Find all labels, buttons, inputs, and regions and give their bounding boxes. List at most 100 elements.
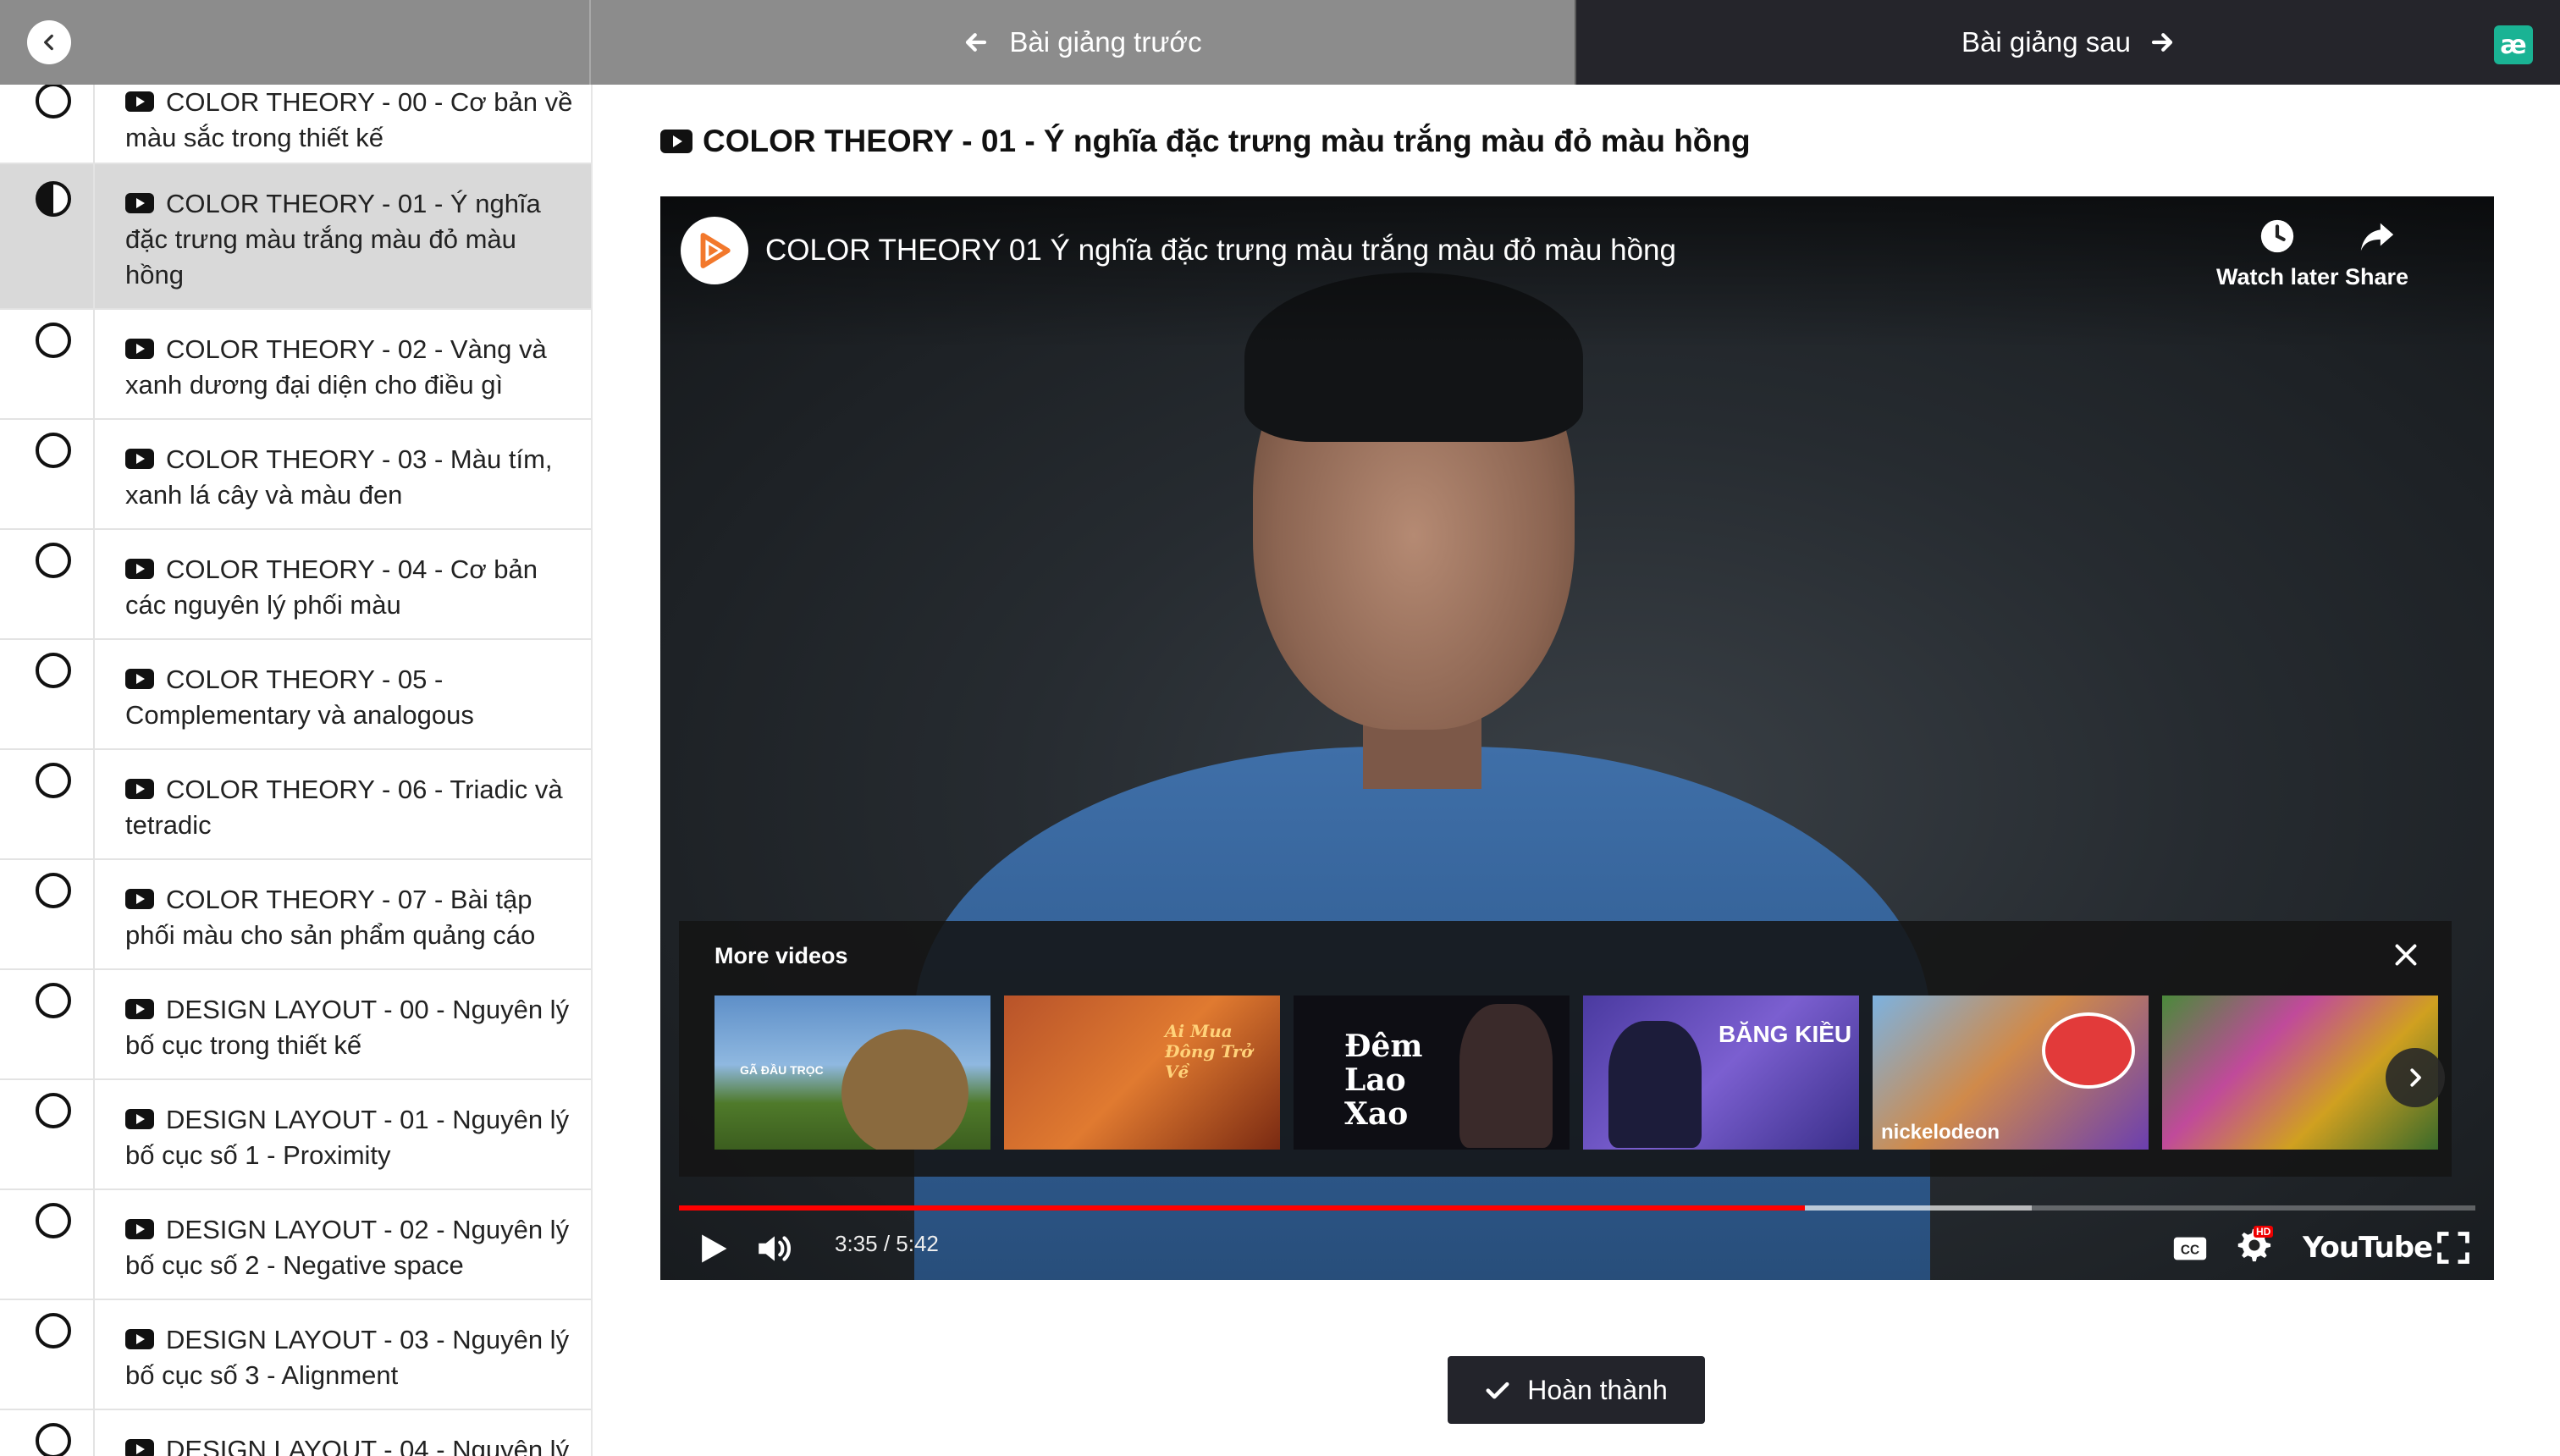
lesson-status-cell	[0, 420, 95, 528]
brand-logo[interactable]: æ	[2494, 25, 2533, 64]
more-video-thumbnail[interactable]: BĂNG KIỀU	[1583, 995, 1859, 1150]
lesson-status-cell	[0, 1080, 95, 1189]
player-controls: 3:35 / 5:42 CC HD YouTube	[660, 1217, 2494, 1280]
lesson-status-cell	[0, 1300, 95, 1409]
sidebar-lesson-item[interactable]: DESIGN LAYOUT - 03 - Nguyên lý bố cục số…	[0, 1300, 591, 1410]
lesson-title: COLOR THEORY - 07 - Bài tập phối màu cho…	[125, 885, 536, 950]
sidebar-lesson-item[interactable]: COLOR THEORY - 02 - Vàng và xanh dương đ…	[0, 310, 591, 420]
youtube-icon	[125, 889, 154, 909]
youtube-icon	[125, 193, 154, 213]
more-videos-panel: More videos GÃ ĐẦU TRỌC Ai Mua Đông Trở …	[679, 921, 2452, 1177]
more-video-thumbnail[interactable]: Ai Mua Đông Trở Về	[1004, 995, 1280, 1150]
hd-badge: HD	[2254, 1226, 2274, 1238]
youtube-icon	[125, 779, 154, 799]
previous-lesson-label: Bài giảng trước	[1009, 26, 1202, 58]
back-button[interactable]	[27, 20, 71, 64]
lesson-text: DESIGN LAYOUT - 01 - Nguyên lý bố cục số…	[95, 1080, 591, 1189]
sidebar-lesson-item[interactable]: COLOR THEORY - 06 - Triadic và tetradic	[0, 750, 591, 860]
fullscreen-icon[interactable]	[2435, 1229, 2472, 1266]
thumbnail-badge	[2042, 1012, 2135, 1089]
not-started-circle-icon	[36, 763, 71, 798]
watch-later-label: Watch later	[2216, 264, 2339, 290]
lesson-status-cell	[0, 164, 95, 308]
lesson-status-cell	[0, 640, 95, 748]
youtube-icon	[125, 999, 154, 1019]
captions-icon[interactable]: CC	[2171, 1229, 2210, 1268]
volume-icon[interactable]	[753, 1227, 796, 1270]
not-started-circle-icon	[36, 1423, 71, 1456]
thumbnail-label: GÃ ĐẦU TRỌC	[740, 1063, 824, 1077]
chevron-right-icon	[2410, 1068, 2421, 1087]
clock-icon	[2261, 219, 2294, 253]
top-navigation-bar: Bài giảng trước Bài giảng sau æ	[0, 0, 2560, 85]
sidebar-lesson-item[interactable]: COLOR THEORY - 05 - Complementary và ana…	[0, 640, 591, 750]
more-videos-next-button[interactable]	[2386, 1048, 2445, 1107]
lesson-text: COLOR THEORY - 01 - Ý nghĩa đặc trưng mà…	[95, 164, 591, 308]
share-button[interactable]: Share	[2345, 217, 2408, 290]
sidebar-lesson-item[interactable]: COLOR THEORY - 07 - Bài tập phối màu cho…	[0, 860, 591, 970]
page-title: COLOR THEORY - 01 - Ý nghĩa đặc trưng mà…	[660, 124, 1751, 159]
not-started-circle-icon	[36, 1203, 71, 1238]
lesson-title: DESIGN LAYOUT - 00 - Nguyên lý bố cục tr…	[125, 995, 570, 1060]
not-started-circle-icon	[36, 433, 71, 468]
thumbnail-label: Đêm Lao Xao	[1344, 1029, 1423, 1132]
not-started-circle-icon	[36, 85, 71, 119]
more-video-thumbnail[interactable]: nickelodeon	[1873, 995, 2149, 1150]
sidebar-lesson-item[interactable]: COLOR THEORY - 03 - Màu tím, xanh lá cây…	[0, 420, 591, 530]
lesson-status-cell	[0, 530, 95, 638]
previous-lesson-button[interactable]: Bài giảng trước	[591, 0, 1576, 85]
thumbnail-label: BĂNG KIỀU	[1719, 1021, 1852, 1047]
youtube-icon	[125, 669, 154, 689]
share-label: Share	[2345, 264, 2409, 290]
next-lesson-button[interactable]: Bài giảng sau æ	[1576, 0, 2560, 85]
complete-lesson-button[interactable]: Hoàn thành	[1448, 1356, 1705, 1424]
not-started-circle-icon	[36, 543, 71, 578]
video-player[interactable]: COLOR THEORY 01 Ý nghĩa đặc trưng màu tr…	[660, 196, 2494, 1280]
channel-avatar[interactable]	[681, 217, 748, 284]
thumbnail-label: Ai Mua Đông Trở Về	[1165, 1021, 1253, 1082]
thumbnail-singer	[1459, 1004, 1553, 1148]
svg-text:CC: CC	[2181, 1244, 2199, 1258]
chevron-left-icon	[44, 34, 53, 51]
arrow-left-icon	[966, 33, 987, 52]
youtube-logo[interactable]: YouTube	[2303, 1231, 2433, 1265]
more-video-thumbnail[interactable]: Đêm Lao Xao	[1294, 995, 1570, 1150]
more-video-thumbnail[interactable]: GÃ ĐẦU TRỌC	[714, 995, 990, 1150]
video-progress-bar[interactable]	[679, 1205, 2475, 1211]
close-icon[interactable]	[2391, 940, 2421, 970]
arrow-right-icon	[2151, 33, 2173, 52]
youtube-icon	[660, 130, 692, 153]
not-started-circle-icon	[36, 323, 71, 358]
lesson-text: COLOR THEORY - 07 - Bài tập phối màu cho…	[95, 860, 591, 968]
settings-button[interactable]: HD	[2233, 1226, 2276, 1268]
lesson-sidebar: COLOR THEORY - 00 - Cơ bản về màu sắc tr…	[0, 85, 593, 1456]
thumbnail-character	[841, 1029, 968, 1150]
lesson-title: COLOR THEORY - 01 - Ý nghĩa đặc trưng mà…	[125, 189, 541, 290]
sidebar-lesson-item-active[interactable]: COLOR THEORY - 01 - Ý nghĩa đặc trưng mà…	[0, 164, 591, 310]
lesson-status-cell	[0, 750, 95, 858]
lesson-title: COLOR THEORY - 02 - Vàng và xanh dương đ…	[125, 334, 547, 400]
lesson-title: COLOR THEORY - 00 - Cơ bản về màu sắc tr…	[125, 87, 573, 152]
youtube-icon	[125, 1109, 154, 1129]
lesson-title: DESIGN LAYOUT - 03 - Nguyên lý bố cục số…	[125, 1325, 570, 1390]
brand-logo-glyph: æ	[2500, 30, 2527, 60]
lesson-text: DESIGN LAYOUT - 03 - Nguyên lý bố cục số…	[95, 1300, 591, 1409]
sidebar-lesson-item[interactable]: COLOR THEORY - 00 - Cơ bản về màu sắc tr…	[0, 85, 591, 164]
watch-later-button[interactable]: Watch later	[2216, 217, 2339, 290]
sidebar-lesson-item[interactable]: DESIGN LAYOUT - 01 - Nguyên lý bố cục số…	[0, 1080, 591, 1190]
in-progress-half-circle-icon	[36, 181, 71, 217]
lesson-text: DESIGN LAYOUT - 04 - Nguyên lý	[95, 1410, 582, 1456]
not-started-circle-icon	[36, 873, 71, 908]
more-videos-title: More videos	[714, 943, 848, 968]
sidebar-lesson-item[interactable]: DESIGN LAYOUT - 02 - Nguyên lý bố cục số…	[0, 1190, 591, 1300]
time-display: 3:35 / 5:42	[835, 1231, 939, 1256]
video-title[interactable]: COLOR THEORY 01 Ý nghĩa đặc trưng màu tr…	[765, 234, 1676, 267]
sidebar-lesson-item[interactable]: DESIGN LAYOUT - 00 - Nguyên lý bố cục tr…	[0, 970, 591, 1080]
play-icon[interactable]	[694, 1229, 731, 1268]
page-title-text: COLOR THEORY - 01 - Ý nghĩa đặc trưng mà…	[703, 124, 1751, 158]
lesson-text: COLOR THEORY - 00 - Cơ bản về màu sắc tr…	[95, 85, 591, 163]
sidebar-lesson-item[interactable]: DESIGN LAYOUT - 04 - Nguyên lý	[0, 1410, 591, 1456]
lesson-text: COLOR THEORY - 06 - Triadic và tetradic	[95, 750, 591, 858]
sidebar-lesson-item[interactable]: COLOR THEORY - 04 - Cơ bản các nguyên lý…	[0, 530, 591, 640]
lesson-status-cell	[0, 860, 95, 968]
